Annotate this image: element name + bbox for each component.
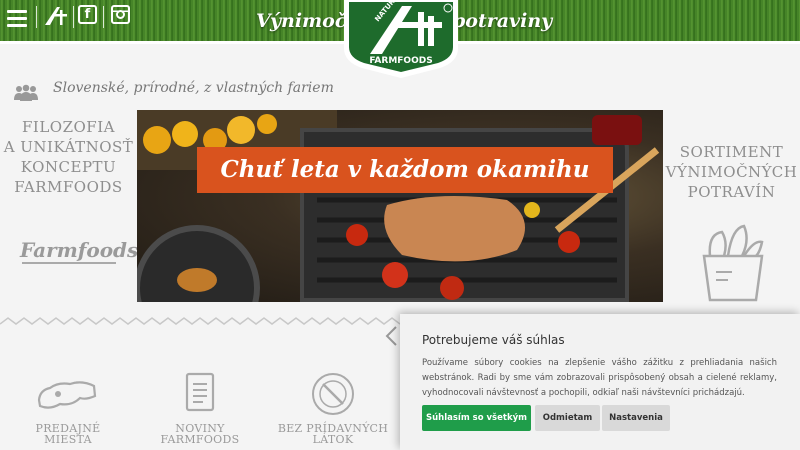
farmfoods-brand-script: Farmfoods [20, 238, 139, 262]
slogan-right: potraviny [452, 10, 553, 32]
accept-all-button[interactable]: Súhlasím so všetkým [422, 405, 531, 431]
hamburger-menu-icon[interactable] [7, 10, 27, 27]
header-divider [36, 6, 37, 28]
newspaper-icon[interactable] [185, 372, 215, 412]
philosophy-line: KONCEPTU [20, 158, 117, 176]
newspaper-line: FARMFOODS [160, 433, 240, 446]
no-additives-stamp-icon[interactable] [311, 372, 355, 416]
facebook-icon[interactable]: f [78, 5, 97, 24]
philosophy-line: A UNIKÁTNOSŤ [3, 138, 134, 156]
natur-farmfoods-logo[interactable]: NATUR FARMFOODS [340, 0, 462, 80]
natur-mini-logo-icon[interactable] [43, 5, 69, 27]
philosophy-line: FILOZOFIA [22, 118, 115, 136]
header-divider [103, 6, 104, 28]
sales-points-line: MIESTA [44, 433, 92, 446]
hero-headline: Chuť leta v každom okamihu [197, 147, 613, 193]
sales-points-link[interactable]: PREDAJNÉ MIESTA [18, 423, 118, 445]
reject-button[interactable]: Odmietam [535, 405, 600, 431]
cookie-description: Používame súbory cookies na zlepšenie vá… [422, 358, 777, 398]
hero-banner-image[interactable]: Chuť leta v každom okamihu [137, 110, 663, 302]
cookie-title: Potrebujeme váš súhlas [422, 333, 565, 347]
chevron-left-icon[interactable] [384, 325, 398, 347]
assortment-link[interactable]: SORTIMENT VÝNIMOČNÝCH POTRAVÍN [663, 142, 800, 202]
no-additives-line: LÁTOK [312, 433, 354, 446]
brand-underline [22, 262, 116, 264]
instagram-icon[interactable] [111, 5, 130, 24]
logo-bottom-text: FARMFOODS [369, 56, 432, 66]
grill-pan-illustration [137, 110, 660, 302]
assortment-line: VÝNIMOČNÝCH [665, 163, 798, 181]
assortment-line: SORTIMENT [679, 143, 784, 161]
tagline: Slovenské, prírodné, z vlastných fariem [53, 80, 334, 96]
newspaper-link[interactable]: NOVINY FARMFOODS [150, 423, 250, 445]
philosophy-line: FARMFOODS [14, 178, 123, 196]
philosophy-link[interactable]: FILOZOFIA A UNIKÁTNOSŤ KONCEPTU FARMFOOD… [0, 117, 137, 197]
people-icon [14, 84, 38, 101]
assortment-line: POTRAVÍN [687, 183, 776, 201]
no-additives-link[interactable]: BEZ PRÍDAVNÝCH LÁTOK [275, 423, 391, 445]
header-divider [73, 6, 74, 28]
slovakia-map-icon[interactable] [36, 376, 98, 414]
settings-button[interactable]: Nastavenia [602, 405, 670, 431]
grocery-bag-icon[interactable] [698, 222, 768, 302]
